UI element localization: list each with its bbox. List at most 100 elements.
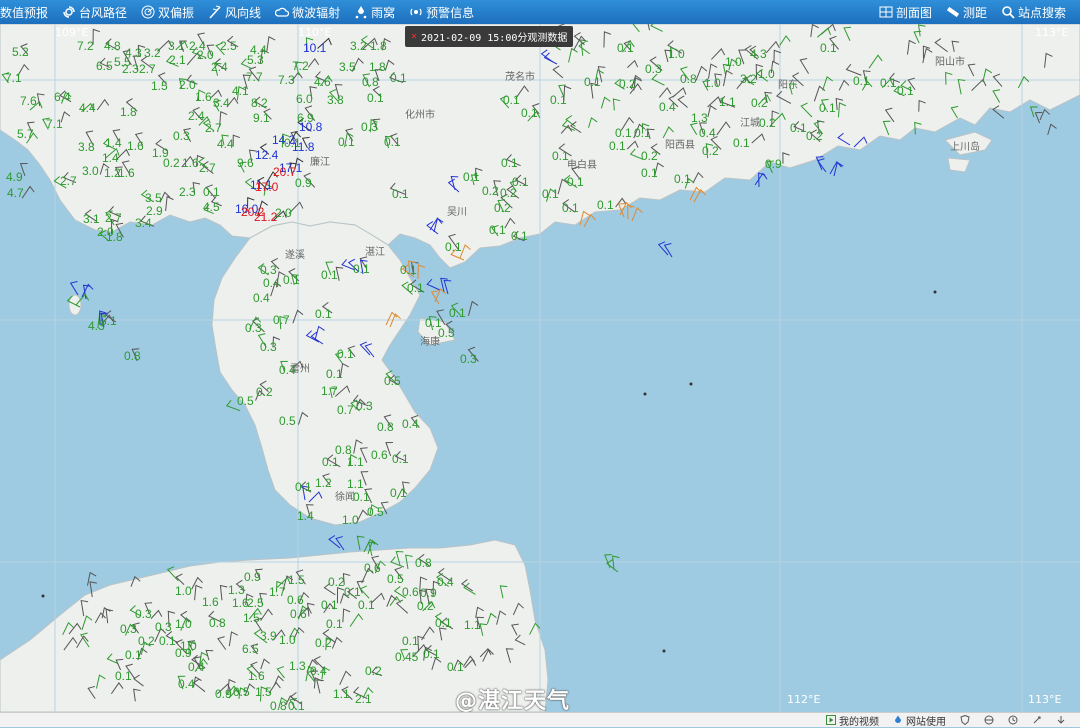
station-value: 0.1 <box>423 647 440 661</box>
station-value: 0.5 <box>384 374 401 388</box>
station-value: 2.7 <box>139 62 156 76</box>
station-value: 3.2 <box>740 72 757 86</box>
station-value: 0.2 <box>328 575 345 589</box>
rocket-icon <box>1033 716 1041 724</box>
station-value: 0.8 <box>209 616 226 630</box>
station-value: 0.6 <box>371 448 388 462</box>
station-value: 0.1 <box>597 198 614 212</box>
status-site-usage[interactable]: 网站使用 <box>893 713 946 728</box>
station-value: 0.4 <box>279 363 296 377</box>
station-value: 0.8 <box>415 556 432 570</box>
weather-map[interactable]: 化州市 茂名市 电白县 阳西县 阳东 江城 阳山市 上川岛 廉江 遂溪 湛江 雷… <box>0 0 1080 712</box>
station-value: 0.1 <box>447 660 464 674</box>
tool-profile[interactable]: 剖面图 <box>879 4 932 21</box>
station-value: 1.6 <box>118 166 135 180</box>
tool-ruler[interactable]: 测距 <box>946 4 987 21</box>
drop-icon <box>895 715 901 723</box>
tool-numeric-forecast[interactable]: 数值预报 <box>0 4 48 21</box>
status-clock-button[interactable] <box>1008 715 1018 725</box>
lon-label-112: 112°E <box>787 693 820 706</box>
rain-icon <box>355 6 367 19</box>
station-value: 2.7 <box>60 174 77 188</box>
status-my-video[interactable]: 我的视频 <box>826 713 879 728</box>
station-value: 0.1 <box>392 187 409 201</box>
station-value: 3.2 <box>144 46 161 60</box>
station-value: 3.5 <box>339 60 356 74</box>
station-value: 0.1 <box>820 41 837 55</box>
station-value: 20.7 <box>273 165 297 179</box>
clock-icon <box>1008 715 1018 725</box>
station-value: 0.3 <box>135 607 152 621</box>
station-value: 4.1 <box>232 84 249 98</box>
station-value: 0.1 <box>337 347 354 361</box>
tool-label: 微波辐射 <box>292 5 341 20</box>
station-value: 0.2 <box>494 201 511 215</box>
station-value: 0.4 <box>402 417 419 431</box>
station-value: 2.5 <box>247 596 264 610</box>
station-value: 3.5 <box>145 191 162 205</box>
station-value: 0.3 <box>460 352 477 366</box>
tool-wind-line[interactable]: 风向线 <box>208 4 261 21</box>
station-value: 0.2 <box>256 385 273 399</box>
tool-dual-pol[interactable]: 双偏振 <box>141 4 194 21</box>
station-value: 0.8 <box>362 75 379 89</box>
station-value: 5.7 <box>17 127 34 141</box>
station-value: 0.1 <box>511 229 528 243</box>
typhoon-icon <box>63 6 75 18</box>
station-value: 1.1 <box>347 455 364 469</box>
station-value: 2.4 <box>188 109 205 123</box>
status-rocket-button[interactable] <box>1032 715 1042 725</box>
status-shield-button[interactable] <box>960 715 970 725</box>
place-shangchuan: 上川岛 <box>950 140 980 153</box>
station-value: 0.1 <box>550 93 567 107</box>
station-value: 1.1 <box>719 95 736 109</box>
station-value: 0.4 <box>188 660 205 674</box>
wind-icon <box>209 5 221 19</box>
station-value: 0.9 <box>295 176 312 190</box>
close-icon[interactable]: ✕ <box>411 31 417 42</box>
station-value: 0.9 <box>215 687 232 701</box>
station-value: 3.4 <box>135 216 152 230</box>
status-globe-button[interactable] <box>984 715 994 725</box>
tool-warning[interactable]: 预警信息 <box>409 4 474 21</box>
top-toolbar: 数值预报 台风路径 双偏振 风向线 微波辐射 雨窝 预警信息 剖面图 测距 站点… <box>0 0 1080 24</box>
station-value: 0.9 <box>420 586 437 600</box>
tool-typhoon-path[interactable]: 台风路径 <box>62 4 127 21</box>
station-value: 1.7 <box>321 384 338 398</box>
station-value: 0.1 <box>552 149 569 163</box>
station-value: 0.4 <box>253 291 270 305</box>
station-value: 0.45 <box>395 650 419 664</box>
station-value: 0.2 <box>163 156 180 170</box>
status-download-button[interactable] <box>1056 715 1066 725</box>
status-bar: 我的视频 网站使用 <box>0 712 1080 728</box>
station-value: 10.1 <box>303 41 327 55</box>
station-value: 0.1 <box>435 616 452 630</box>
station-value: 3.0 <box>82 164 99 178</box>
station-value: 0.4 <box>699 126 716 140</box>
station-value: 7.7 <box>246 70 263 84</box>
station-value: 2.3 <box>179 185 196 199</box>
tool-rain[interactable]: 雨窝 <box>354 4 395 21</box>
station-value: 21.2 <box>254 210 278 224</box>
station-value: 0.1 <box>125 648 142 662</box>
tool-station-search[interactable]: 站点搜索 <box>1001 4 1066 21</box>
tool-label: 风向线 <box>225 5 262 20</box>
status-label: 我的视频 <box>839 716 879 728</box>
lon-label-109: 109°E <box>55 26 88 39</box>
station-value: 0.1 <box>295 480 312 494</box>
station-value: 2.7 <box>199 161 216 175</box>
station-value: 9.6 <box>237 156 254 170</box>
station-value: 0.1 <box>897 84 914 98</box>
station-value: 0.1 <box>390 71 407 85</box>
station-value: 0.1 <box>321 598 338 612</box>
station-value: 1.1 <box>464 618 481 632</box>
station-value: 0.1 <box>288 699 305 712</box>
lon-label-113: 113°E <box>1028 693 1061 706</box>
station-value: 7.1 <box>5 71 22 85</box>
station-value: 0.3 <box>260 263 277 277</box>
station-value: 0.1 <box>819 101 836 115</box>
station-value: 4.6 <box>314 75 331 89</box>
station-value: 2.1 <box>169 53 186 67</box>
tool-microwave[interactable]: 微波辐射 <box>275 4 340 21</box>
station-value: 2.0 <box>179 78 196 92</box>
